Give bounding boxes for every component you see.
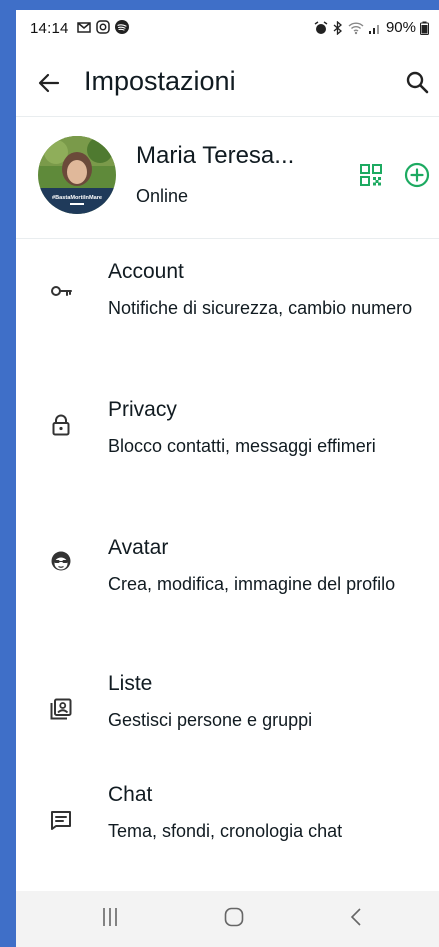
qr-code-icon[interactable] [360, 164, 382, 186]
notification-icons [76, 19, 130, 35]
settings-item-title: Liste [108, 672, 153, 695]
settings-item-title: Chat [108, 783, 153, 806]
avatar-caption: #BastaMortiInMare [52, 195, 102, 201]
settings-item-privacy[interactable]: Privacy Blocco contatti, messaggi effime… [16, 398, 439, 508]
back-nav-icon[interactable] [350, 907, 362, 927]
settings-item-subtitle: Tema, sfondi, cronologia chat [108, 821, 343, 841]
avatar-photo: #BastaMortiInMare [38, 136, 116, 214]
settings-screen: 14:14 90% Impostazioni #BastaMortiInMare… [16, 10, 439, 947]
battery-icon [420, 21, 429, 35]
profile-status: Online [136, 186, 189, 206]
signal-icon [368, 24, 379, 34]
avatar[interactable]: #BastaMortiInMare [38, 136, 116, 214]
contact-list-icon [50, 698, 72, 720]
profile-divider [16, 238, 439, 239]
settings-item-avatar[interactable]: Avatar Crea, modifica, immagine del prof… [16, 536, 439, 646]
settings-item-chat[interactable]: Chat Tema, sfondi, cronologia chat [16, 783, 439, 863]
instagram-icon [96, 20, 110, 34]
add-circle-icon[interactable] [404, 162, 430, 188]
alarm-icon [314, 20, 328, 34]
chat-icon [51, 811, 71, 830]
lock-icon [52, 414, 70, 436]
gmail-icon [77, 22, 91, 33]
settings-item-subtitle: Gestisci persone e gruppi [108, 710, 313, 730]
avatar-face-icon [51, 551, 71, 571]
header-divider [16, 116, 439, 117]
back-arrow-icon[interactable] [36, 70, 62, 96]
page-title: Impostazioni [84, 66, 236, 96]
bluetooth-icon [333, 20, 342, 35]
recent-apps-icon[interactable] [102, 907, 118, 927]
status-time: 14:14 [30, 20, 69, 37]
app-bar: Impostazioni [16, 52, 439, 116]
system-icons: 90% [314, 19, 429, 36]
search-icon[interactable] [405, 70, 429, 94]
wifi-icon [348, 21, 364, 34]
profile-row[interactable]: #BastaMortiInMare Maria Teresa... Online [16, 118, 439, 238]
settings-item-subtitle: Blocco contatti, messaggi effimeri [108, 436, 376, 456]
settings-item-title: Avatar [108, 536, 169, 559]
settings-item-title: Account [108, 260, 184, 283]
status-bar: 14:14 90% [16, 10, 439, 46]
settings-item-lists[interactable]: Liste Gestisci persone e gruppi [16, 672, 439, 752]
key-icon [51, 286, 72, 296]
settings-item-title: Privacy [108, 398, 177, 421]
navigation-bar [16, 891, 439, 947]
settings-item-subtitle: Crea, modifica, immagine del profilo [108, 574, 396, 594]
settings-item-account[interactable]: Account Notifiche di sicurezza, cambio n… [16, 260, 439, 370]
battery-level: 90% [385, 19, 416, 36]
profile-name: Maria Teresa... [136, 142, 295, 169]
home-icon[interactable] [224, 907, 244, 927]
spotify-icon [115, 20, 129, 34]
settings-item-subtitle: Notifiche di sicurezza, cambio numero [108, 298, 413, 318]
